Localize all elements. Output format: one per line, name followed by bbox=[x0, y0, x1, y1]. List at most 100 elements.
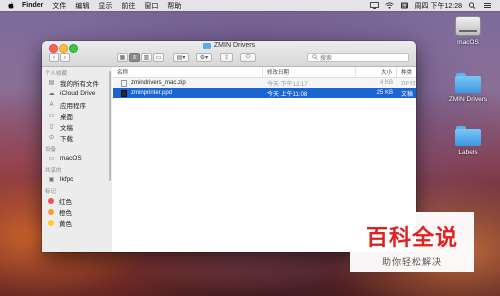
all-files-icon: ▤ bbox=[48, 80, 55, 86]
apple-icon[interactable] bbox=[8, 2, 14, 9]
sidebar-item-label: 我的所有文件 bbox=[60, 80, 99, 88]
menu-window[interactable]: 窗口 bbox=[144, 1, 158, 11]
sidebar-header-favorites: 个人收藏 bbox=[45, 71, 68, 77]
cloud-icon: ☁ bbox=[48, 91, 55, 97]
menu-view[interactable]: 显示 bbox=[98, 1, 112, 11]
column-header-date[interactable]: 修改日期 bbox=[263, 67, 356, 77]
sidebar-item-downloads[interactable]: ⊙ 下载 bbox=[42, 132, 112, 143]
ppd-file-icon bbox=[121, 89, 127, 97]
sidebar-item-label: 桌面 bbox=[60, 113, 73, 121]
watermark: 百科全说 助你轻松解决 bbox=[350, 212, 474, 272]
folder-icon bbox=[455, 73, 481, 93]
disk-icon: ▭ bbox=[48, 156, 55, 162]
list-view-button[interactable]: ≡ bbox=[129, 53, 140, 62]
tag-red-dot-icon bbox=[48, 197, 54, 204]
sidebar-item-label: iCloud Drive bbox=[60, 90, 96, 97]
sidebar-item-label: macOS bbox=[60, 155, 82, 162]
column-header-size[interactable]: 大小 bbox=[356, 67, 397, 77]
input-method-icon[interactable]: 拼 bbox=[400, 2, 409, 9]
sidebar-header-devices: 设备 bbox=[45, 147, 57, 153]
sidebar-item-icloud[interactable]: ☁ iCloud Drive bbox=[42, 88, 112, 99]
file-row-selected[interactable]: zminprinter.ppd 今天 上午11:08 25 KB 文稿 bbox=[113, 88, 416, 98]
sidebar-header-shared: 共享的 bbox=[45, 168, 62, 174]
share-icon: ⇪ bbox=[223, 55, 230, 61]
search-icon[interactable] bbox=[468, 2, 477, 9]
file-date: 今天 上午11:08 bbox=[267, 91, 308, 98]
file-kind: ZIP 归 bbox=[401, 80, 416, 87]
gallery-view-button[interactable]: ▭ bbox=[153, 53, 164, 62]
column-header-kind[interactable]: 种类 bbox=[397, 67, 416, 77]
tag-button[interactable]: ⬭ bbox=[240, 53, 256, 62]
sidebar-item-documents[interactable]: ▯ 文稿 bbox=[42, 121, 112, 132]
sidebar-item-all-files[interactable]: ▤ 我的所有文件 bbox=[42, 77, 112, 88]
menu-edit[interactable]: 编辑 bbox=[75, 1, 89, 11]
column-view-button[interactable]: ▥ bbox=[141, 53, 152, 62]
sidebar-item-label: 红色 bbox=[59, 198, 72, 206]
hard-drive-icon bbox=[455, 16, 481, 36]
gallery-icon: ▭ bbox=[155, 55, 162, 61]
menubar-clock[interactable]: 周四 下午12:28 bbox=[415, 1, 462, 11]
sidebar-item-lkfpc[interactable]: ▣ lkfpc bbox=[42, 174, 112, 185]
menu-bar: Finder 文件 编辑 显示 前往 窗口 帮助 拼 周四 下午12:28 bbox=[0, 0, 500, 11]
watermark-subtitle: 助你轻松解决 bbox=[381, 257, 442, 267]
sidebar-scrollbar[interactable] bbox=[109, 71, 111, 181]
chevron-left-icon: ‹ bbox=[53, 54, 55, 61]
downloads-icon: ⊙ bbox=[48, 135, 55, 141]
sidebar-item-label: 橙色 bbox=[59, 209, 72, 217]
search-icon bbox=[312, 53, 318, 62]
sidebar-item-tag-yellow[interactable]: 黄色 bbox=[42, 217, 112, 228]
file-row[interactable]: zmindrivers_mac.zip 今天 下午12:17 4 KB ZIP … bbox=[113, 78, 416, 88]
watermark-title: 百科全说 bbox=[365, 225, 458, 250]
sidebar-header-tags: 标记 bbox=[45, 189, 57, 195]
forward-button[interactable]: › bbox=[60, 53, 70, 62]
menu-go[interactable]: 前往 bbox=[121, 1, 135, 11]
svg-text:拼: 拼 bbox=[402, 2, 407, 9]
file-date: 今天 下午12:17 bbox=[267, 81, 308, 88]
search-field[interactable]: 搜索 bbox=[307, 53, 409, 62]
desktop-icon-label: Labels bbox=[458, 149, 478, 156]
column-header-row: 名称 修改日期 大小 种类 bbox=[113, 67, 416, 78]
sidebar-item-label: 下载 bbox=[60, 135, 73, 143]
desktop-icon-label: macOS bbox=[457, 39, 479, 46]
action-button[interactable]: ⚙▾ bbox=[196, 53, 212, 62]
menu-finder[interactable]: Finder bbox=[22, 2, 43, 9]
file-name: zmindrivers_mac.zip bbox=[131, 80, 186, 86]
sidebar-item-tag-red[interactable]: 红色 bbox=[42, 195, 112, 206]
folder-icon bbox=[202, 42, 211, 49]
column-header-name[interactable]: 名称 bbox=[113, 67, 263, 77]
share-button[interactable]: ⇪ bbox=[220, 53, 233, 62]
desktop-icon-labels[interactable]: Labels bbox=[438, 126, 498, 156]
sidebar-item-desktop[interactable]: ▭ 桌面 bbox=[42, 110, 112, 121]
wifi-icon[interactable] bbox=[384, 2, 394, 9]
columns-icon: ▥ bbox=[143, 55, 150, 61]
chevron-right-icon: › bbox=[64, 54, 66, 61]
arrange-button[interactable]: ▤▾ bbox=[173, 53, 189, 62]
desktop-icon-label: ZMIN Drivers bbox=[448, 96, 488, 103]
window-title: ZMIN Drivers bbox=[42, 42, 416, 49]
desktop-icon-macos[interactable]: macOS bbox=[438, 16, 498, 46]
tag-orange-dot-icon bbox=[48, 208, 54, 215]
list-menu-icon[interactable] bbox=[483, 2, 492, 9]
grid-icon: ▦ bbox=[119, 55, 126, 61]
search-placeholder: 搜索 bbox=[320, 56, 333, 62]
file-size: 25 KB bbox=[376, 90, 393, 96]
sidebar-item-tag-orange[interactable]: 橙色 bbox=[42, 206, 112, 217]
menu-file[interactable]: 文件 bbox=[52, 1, 66, 11]
sidebar-item-label: 应用程序 bbox=[60, 102, 86, 110]
file-kind: 文稿 bbox=[401, 91, 414, 98]
menu-help[interactable]: 帮助 bbox=[167, 1, 181, 11]
back-button[interactable]: ‹ bbox=[49, 53, 59, 62]
computer-icon: ▣ bbox=[48, 177, 55, 183]
folder-icon bbox=[455, 126, 481, 146]
documents-icon: ▯ bbox=[49, 124, 54, 130]
desktop-icon-zmin-drivers[interactable]: ZMIN Drivers bbox=[438, 73, 498, 103]
title-bar[interactable]: ZMIN Drivers ‹ › ▦ ≡ ▥ ▭ ▤▾ ⚙▾ ⇪ ⬭ 搜索 bbox=[42, 41, 416, 67]
applications-icon: A bbox=[49, 101, 54, 108]
screen-icon[interactable] bbox=[369, 2, 379, 9]
icon-view-button[interactable]: ▦ bbox=[117, 53, 128, 62]
sidebar: 个人收藏 ▤ 我的所有文件 ☁ iCloud Drive A 应用程序 ▭ 桌面… bbox=[42, 67, 112, 252]
sidebar-item-macos[interactable]: ▭ macOS bbox=[42, 153, 112, 164]
zip-file-icon bbox=[121, 79, 127, 87]
sidebar-item-applications[interactable]: A 应用程序 bbox=[42, 99, 112, 110]
gear-icon: ⚙▾ bbox=[199, 55, 209, 61]
